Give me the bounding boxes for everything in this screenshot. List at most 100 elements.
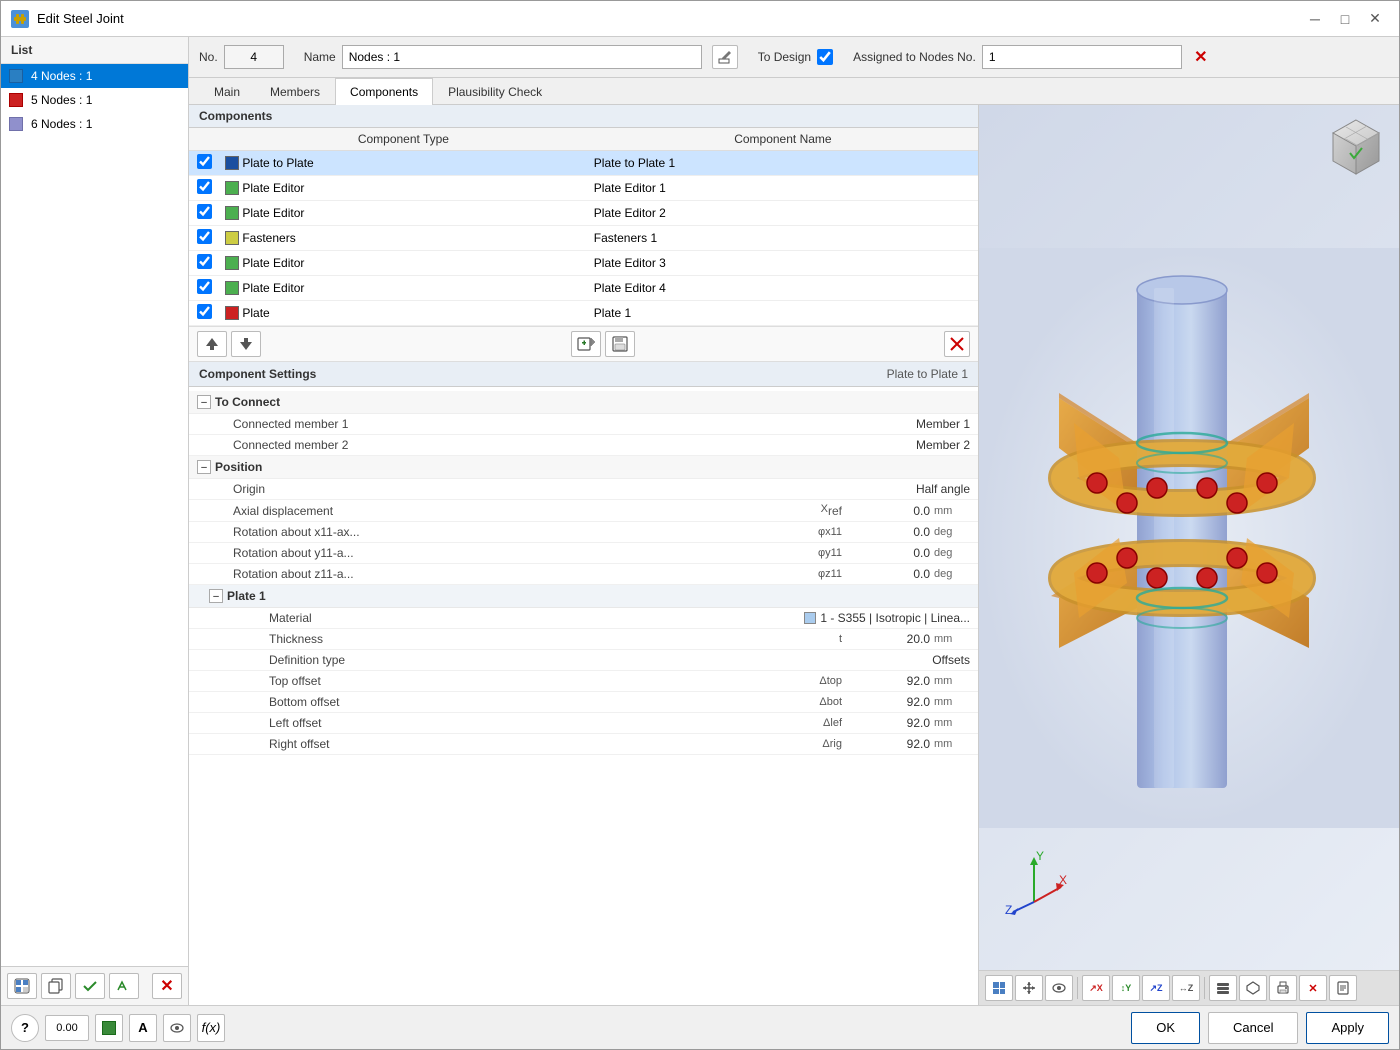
view-btn-eye[interactable] bbox=[1045, 975, 1073, 1001]
row-checkbox[interactable] bbox=[197, 154, 212, 169]
row-checkbox[interactable] bbox=[197, 204, 212, 219]
content-split: Components Component Type Component Name bbox=[189, 105, 1399, 1005]
unit-rotation-x11: deg bbox=[930, 526, 970, 538]
3d-scene bbox=[979, 248, 1399, 828]
label-thickness: Thickness bbox=[217, 632, 770, 646]
cancel-button[interactable]: Cancel bbox=[1208, 1012, 1298, 1044]
no-input[interactable] bbox=[224, 45, 284, 69]
type-label: Plate Editor bbox=[242, 206, 304, 220]
view-btn-y-rot[interactable]: ↕Y bbox=[1112, 975, 1140, 1001]
nav-cube[interactable] bbox=[1324, 115, 1389, 183]
view-btn-zx-rot[interactable]: ↔Z bbox=[1172, 975, 1200, 1001]
bottom-left-toolbar: ? 0.00 A f(x) bbox=[11, 1014, 225, 1042]
type-label: Plate Editor bbox=[242, 181, 304, 195]
row-checkbox[interactable] bbox=[197, 179, 212, 194]
label-origin: Origin bbox=[217, 482, 916, 496]
label-rotation-x11: Rotation about x11-ax... bbox=[217, 525, 770, 539]
component-add-button[interactable] bbox=[571, 331, 601, 357]
table-row[interactable]: Plate Plate 1 bbox=[189, 301, 978, 326]
delete-button[interactable]: ✕ bbox=[152, 973, 182, 999]
color-button[interactable] bbox=[95, 1014, 123, 1042]
move-down-button[interactable] bbox=[231, 331, 261, 357]
font-button[interactable]: A bbox=[129, 1014, 157, 1042]
check-button[interactable] bbox=[75, 973, 105, 999]
close-button[interactable]: ✕ bbox=[1361, 8, 1389, 30]
name-group: Name bbox=[304, 45, 738, 69]
value-connected-member-1: Member 1 bbox=[916, 417, 970, 431]
list-item[interactable]: 4 Nodes : 1 bbox=[1, 64, 188, 88]
tab-members[interactable]: Members bbox=[255, 78, 335, 105]
view-btn-x-rot[interactable]: ↗X bbox=[1082, 975, 1110, 1001]
param-top-offset: Δtop bbox=[770, 675, 850, 687]
group-header-position[interactable]: – Position bbox=[189, 456, 978, 479]
collapse-plate1[interactable]: – bbox=[209, 589, 223, 603]
list-item[interactable]: 5 Nodes : 1 bbox=[1, 88, 188, 112]
apply-button[interactable]: Apply bbox=[1306, 1012, 1389, 1044]
row-checkbox[interactable] bbox=[197, 279, 212, 294]
minimize-button[interactable]: ─ bbox=[1301, 8, 1329, 30]
label-rotation-z11: Rotation about z11-a... bbox=[217, 567, 770, 581]
row-type: Plate Editor bbox=[219, 276, 588, 301]
table-row[interactable]: Plate Editor Plate Editor 1 bbox=[189, 176, 978, 201]
add-button[interactable] bbox=[7, 973, 37, 999]
label-connected-member-1: Connected member 1 bbox=[217, 417, 916, 431]
component-delete-button[interactable] bbox=[944, 331, 970, 357]
row-checkbox[interactable] bbox=[197, 254, 212, 269]
assigned-input[interactable] bbox=[982, 45, 1182, 69]
unit-top-offset: mm bbox=[930, 675, 970, 687]
to-design-checkbox[interactable] bbox=[817, 49, 833, 65]
table-row[interactable]: Plate to Plate Plate to Plate 1 bbox=[189, 151, 978, 176]
view-btn-3d[interactable] bbox=[1239, 975, 1267, 1001]
view-btn-move[interactable] bbox=[1015, 975, 1043, 1001]
row-name: Plate to Plate 1 bbox=[588, 151, 978, 176]
view-btn-print[interactable] bbox=[1269, 975, 1297, 1001]
info-button[interactable] bbox=[109, 973, 139, 999]
collapse-position[interactable]: – bbox=[197, 460, 211, 474]
3d-viewport[interactable]: Y X Z bbox=[979, 105, 1399, 970]
view-btn-x-red[interactable]: ✕ bbox=[1299, 975, 1327, 1001]
assigned-group: Assigned to Nodes No. ✕ bbox=[853, 45, 1214, 69]
table-row[interactable]: Plate Editor Plate Editor 4 bbox=[189, 276, 978, 301]
tab-plausibility[interactable]: Plausibility Check bbox=[433, 78, 557, 105]
name-input[interactable] bbox=[342, 45, 702, 69]
view-toolbar: ↗X ↕Y ↗Z ↔Z ✕ bbox=[979, 970, 1399, 1005]
row-name: Fasteners 1 bbox=[588, 226, 978, 251]
clear-assigned-button[interactable]: ✕ bbox=[1188, 45, 1214, 69]
table-row[interactable]: Plate Editor Plate Editor 2 bbox=[189, 201, 978, 226]
title-bar: Edit Steel Joint ─ □ ✕ bbox=[1, 1, 1399, 37]
copy-button[interactable] bbox=[41, 973, 71, 999]
label-material: Material bbox=[217, 611, 804, 625]
table-row[interactable]: Plate Editor Plate Editor 3 bbox=[189, 251, 978, 276]
help-button[interactable]: ? bbox=[11, 1014, 39, 1042]
edit-name-button[interactable] bbox=[712, 45, 738, 69]
view-btn-export[interactable] bbox=[1329, 975, 1357, 1001]
component-save-button[interactable] bbox=[605, 331, 635, 357]
value-rotation-z11: 0.0 bbox=[850, 567, 930, 581]
formula-button[interactable]: f(x) bbox=[197, 1014, 225, 1042]
list-item[interactable]: 6 Nodes : 1 bbox=[1, 112, 188, 136]
subgroup-header-plate1[interactable]: – Plate 1 bbox=[189, 585, 978, 608]
row-checkbox[interactable] bbox=[197, 229, 212, 244]
move-up-button[interactable] bbox=[197, 331, 227, 357]
view-btn-layers[interactable] bbox=[1209, 975, 1237, 1001]
row-right-offset: Right offset Δrig 92.0 mm bbox=[189, 734, 978, 755]
comp-toolbar-spacer bbox=[265, 331, 567, 357]
tab-components[interactable]: Components bbox=[335, 78, 433, 105]
tab-main[interactable]: Main bbox=[199, 78, 255, 105]
view-btn-z-rot[interactable]: ↗Z bbox=[1142, 975, 1170, 1001]
components-table: Component Type Component Name Plate to bbox=[189, 128, 978, 326]
group-position: – Position Origin Half angle Axial displ… bbox=[189, 456, 978, 585]
maximize-button[interactable]: □ bbox=[1331, 8, 1359, 30]
value-material: 1 - S355 | Isotropic | Linea... bbox=[820, 611, 970, 625]
cs-header-name: Plate to Plate 1 bbox=[887, 367, 968, 381]
ok-button[interactable]: OK bbox=[1131, 1012, 1200, 1044]
view-btn-display[interactable] bbox=[985, 975, 1013, 1001]
visibility-button[interactable] bbox=[163, 1014, 191, 1042]
collapse-to-connect[interactable]: – bbox=[197, 395, 211, 409]
row-checkbox[interactable] bbox=[197, 304, 212, 319]
param-axial-displacement: Xref bbox=[770, 503, 850, 518]
zero-button[interactable]: 0.00 bbox=[45, 1015, 89, 1041]
table-row[interactable]: Fasteners Fasteners 1 bbox=[189, 226, 978, 251]
value-thickness: 20.0 bbox=[850, 632, 930, 646]
group-header-to-connect[interactable]: – To Connect bbox=[189, 391, 978, 414]
